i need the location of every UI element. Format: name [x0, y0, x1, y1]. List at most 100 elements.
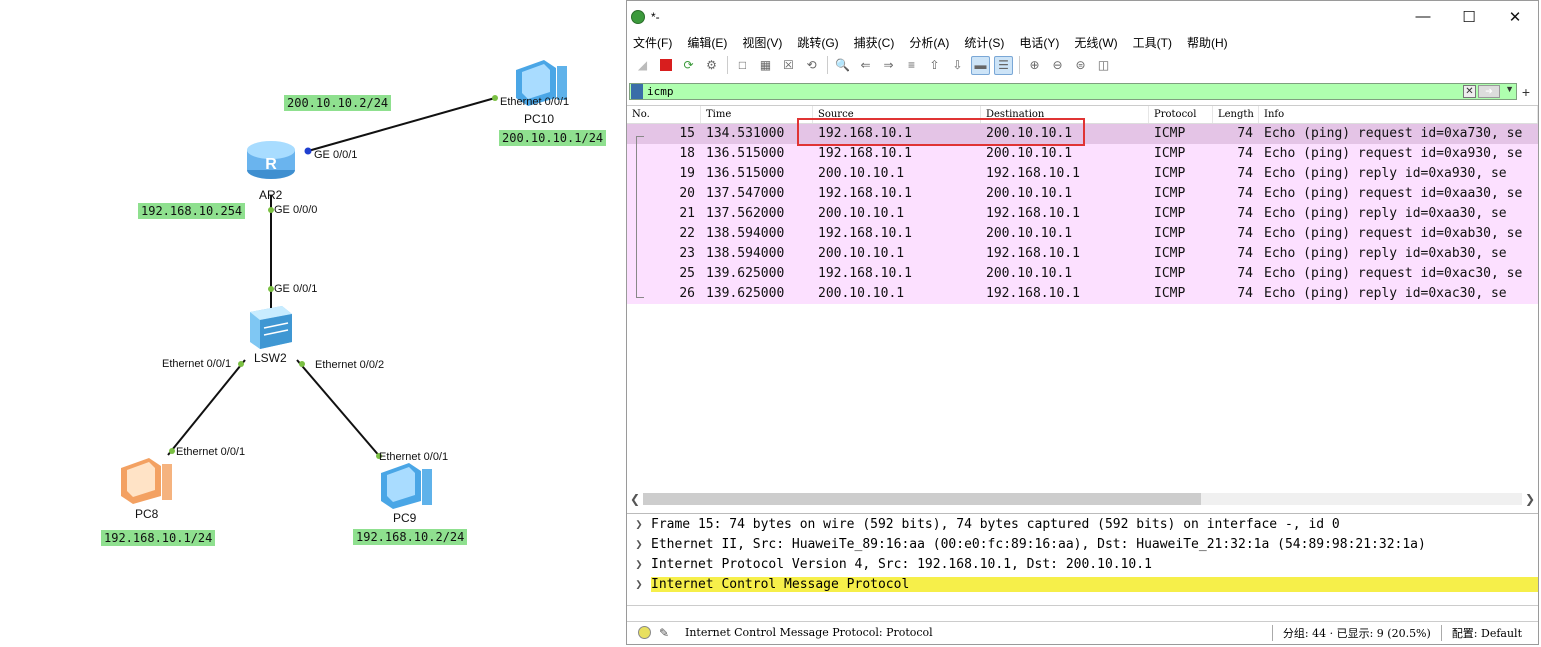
packet-cell-dst: 192.168.10.1: [986, 166, 1080, 181]
go-forward-icon[interactable]: ⇒: [879, 56, 898, 75]
detail-tree-item[interactable]: ❯ Internet Protocol Version 4, Src: 192.1…: [627, 554, 1538, 574]
packet-row[interactable]: 26 139.625000 200.10.10.1 192.168.10.1 ICMP 7…: [627, 284, 1538, 304]
packet-cell-dst: 200.10.10.1: [986, 266, 1073, 281]
menu-item[interactable]: 统计(S): [964, 34, 1004, 51]
scroll-track[interactable]: [643, 493, 1522, 505]
packet-row[interactable]: 20 137.547000 192.168.10.1 200.10.10.1 ICMP 7…: [627, 184, 1538, 204]
detail-text: Frame 15: 74 bytes on wire (592 bits), 7…: [651, 516, 1340, 532]
packet-cell-len: 74: [1237, 206, 1253, 221]
display-filter-bar: icmp ✕ ➔ ▼ +: [629, 82, 1535, 101]
zoom-in-icon[interactable]: ⊕: [1025, 56, 1044, 75]
ip-label-pc8: 192.168.10.1/24: [101, 530, 216, 546]
packet-row[interactable]: 19 136.515000 200.10.10.1 192.168.10.1 ICMP 7…: [627, 164, 1538, 184]
packet-cell-time: 137.547000: [706, 186, 785, 201]
horizontal-scrollbar[interactable]: ❮ ❯: [627, 490, 1538, 508]
status-message: Internet Control Message Protocol: Proto…: [685, 626, 933, 639]
chevron-left-icon[interactable]: ❮: [627, 492, 643, 506]
device-name-router: AR2: [259, 188, 283, 202]
close-file-icon[interactable]: ☒: [779, 56, 798, 75]
menu-item[interactable]: 工具(T): [1133, 34, 1172, 51]
menu-item[interactable]: 分析(A): [909, 34, 949, 51]
packet-cell-len: 74: [1237, 226, 1253, 241]
detail-text: Ethernet II, Src: HuaweiTe_89:16:aa (00:…: [651, 536, 1426, 552]
resize-columns-icon[interactable]: ◫: [1094, 56, 1113, 75]
packet-cell-info: Echo (ping) reply id=0xac30, se: [1264, 286, 1507, 301]
maximize-button[interactable]: ☐: [1446, 1, 1492, 32]
find-packet-icon[interactable]: 🔍: [833, 56, 852, 75]
main-toolbar: ◢ ⟳ ⚙ □ ▦ ☒ ⟲ 🔍 ⇐ ⇒ ≡ ⇧ ⇩ ▬ ☰ ⊕ ⊖ ⊜ ◫: [627, 52, 1538, 78]
last-packet-icon[interactable]: ⇩: [948, 56, 967, 75]
go-to-packet-icon[interactable]: ≡: [902, 56, 921, 75]
menu-item[interactable]: 视图(V): [742, 34, 782, 51]
packet-cell-time: 138.594000: [706, 246, 785, 261]
reload-file-icon[interactable]: ⟲: [802, 56, 821, 75]
edit-comment-icon[interactable]: ✎: [659, 626, 673, 640]
scroll-thumb[interactable]: [643, 493, 1201, 505]
display-filter-input[interactable]: icmp ✕ ➔ ▼: [629, 83, 1517, 100]
pc-icon[interactable]: [121, 458, 172, 504]
packet-row[interactable]: 25 139.625000 192.168.10.1 200.10.10.1 ICMP 7…: [627, 264, 1538, 284]
chevron-right-icon[interactable]: ❯: [627, 517, 651, 531]
network-topology: R 200.10.10.2/24 200.10.10.1/24 192.168.…: [0, 0, 620, 647]
menu-item[interactable]: 编辑(E): [687, 34, 727, 51]
packet-cell-len: 74: [1237, 286, 1253, 301]
packet-cell-proto: ICMP: [1154, 226, 1186, 241]
add-filter-button[interactable]: +: [1517, 84, 1535, 100]
packet-row[interactable]: 18 136.515000 192.168.10.1 200.10.10.1 ICMP 7…: [627, 144, 1538, 164]
open-file-icon[interactable]: □: [733, 56, 752, 75]
packet-cell-len: 74: [1237, 246, 1253, 261]
menu-item[interactable]: 帮助(H): [1187, 34, 1228, 51]
close-button[interactable]: ✕: [1492, 1, 1538, 32]
packet-cell-info: Echo (ping) request id=0xac30, se: [1264, 266, 1523, 281]
zoom-reset-icon[interactable]: ⊜: [1071, 56, 1090, 75]
chevron-right-icon[interactable]: ❯: [627, 577, 651, 591]
detail-tree-item[interactable]: ❯ Internet Control Message Protocol: [627, 574, 1538, 594]
menu-item[interactable]: 文件(F): [633, 34, 672, 51]
start-capture-icon[interactable]: ◢: [633, 56, 652, 75]
menu-item[interactable]: 无线(W): [1074, 34, 1117, 51]
port-label: GE 0/0/0: [274, 204, 318, 216]
capture-options-icon[interactable]: ⚙: [702, 56, 721, 75]
go-back-icon[interactable]: ⇐: [856, 56, 875, 75]
bookmark-icon[interactable]: [631, 84, 643, 99]
pc-icon[interactable]: [381, 463, 432, 509]
chevron-down-icon[interactable]: ▼: [1505, 84, 1514, 94]
restart-capture-icon[interactable]: ⟳: [679, 56, 698, 75]
menu-item[interactable]: 捕获(C): [854, 34, 895, 51]
packet-row[interactable]: 23 138.594000 200.10.10.1 192.168.10.1 ICMP 7…: [627, 244, 1538, 264]
apply-filter-icon[interactable]: ➔: [1478, 85, 1500, 98]
packet-count: 分组: 44 · 已显示: 9 (20.5%): [1282, 626, 1431, 640]
ip-label-pc10: 200.10.10.1/24: [499, 130, 607, 146]
detail-tree-item[interactable]: ❯ Frame 15: 74 bytes on wire (592 bits), …: [627, 514, 1538, 534]
column-header[interactable]: Info: [1259, 106, 1538, 123]
chevron-right-icon[interactable]: ❯: [627, 557, 651, 571]
ip-label-ar2-lan: 192.168.10.254: [138, 203, 246, 219]
zoom-out-icon[interactable]: ⊖: [1048, 56, 1067, 75]
menu-item[interactable]: 跳转(G): [797, 34, 838, 51]
router-icon[interactable]: R: [247, 141, 295, 179]
detail-tree-item[interactable]: ❯ Ethernet II, Src: HuaweiTe_89:16:aa (00…: [627, 534, 1538, 554]
menu-item[interactable]: 电话(Y): [1019, 34, 1059, 51]
svg-text:R: R: [265, 156, 277, 173]
device-name-switch: LSW2: [254, 351, 287, 365]
save-file-icon[interactable]: ▦: [756, 56, 775, 75]
first-packet-icon[interactable]: ⇧: [925, 56, 944, 75]
chevron-right-icon[interactable]: ❯: [627, 537, 651, 551]
packet-cell-time: 136.515000: [706, 166, 785, 181]
packet-row[interactable]: 22 138.594000 192.168.10.1 200.10.10.1 ICMP 7…: [627, 224, 1538, 244]
minimize-button[interactable]: —: [1400, 1, 1446, 32]
autoscroll-icon[interactable]: ▬: [971, 55, 990, 75]
profile-label[interactable]: 配置: Default: [1452, 625, 1522, 641]
colorize-icon[interactable]: ☰: [994, 55, 1013, 75]
column-header[interactable]: Length: [1213, 106, 1259, 123]
column-header[interactable]: No.: [627, 106, 701, 123]
clear-filter-icon[interactable]: ✕: [1463, 85, 1476, 98]
expert-info-icon[interactable]: [638, 626, 651, 639]
stop-capture-icon[interactable]: [656, 56, 675, 75]
packet-row[interactable]: 21 137.562000 200.10.10.1 192.168.10.1 ICMP 7…: [627, 204, 1538, 224]
packet-cell-proto: ICMP: [1154, 206, 1186, 221]
column-header[interactable]: Protocol: [1149, 106, 1213, 123]
chevron-right-icon[interactable]: ❯: [1522, 492, 1538, 506]
switch-icon[interactable]: [250, 306, 292, 349]
port-label: Ethernet 0/0/1: [379, 451, 449, 463]
